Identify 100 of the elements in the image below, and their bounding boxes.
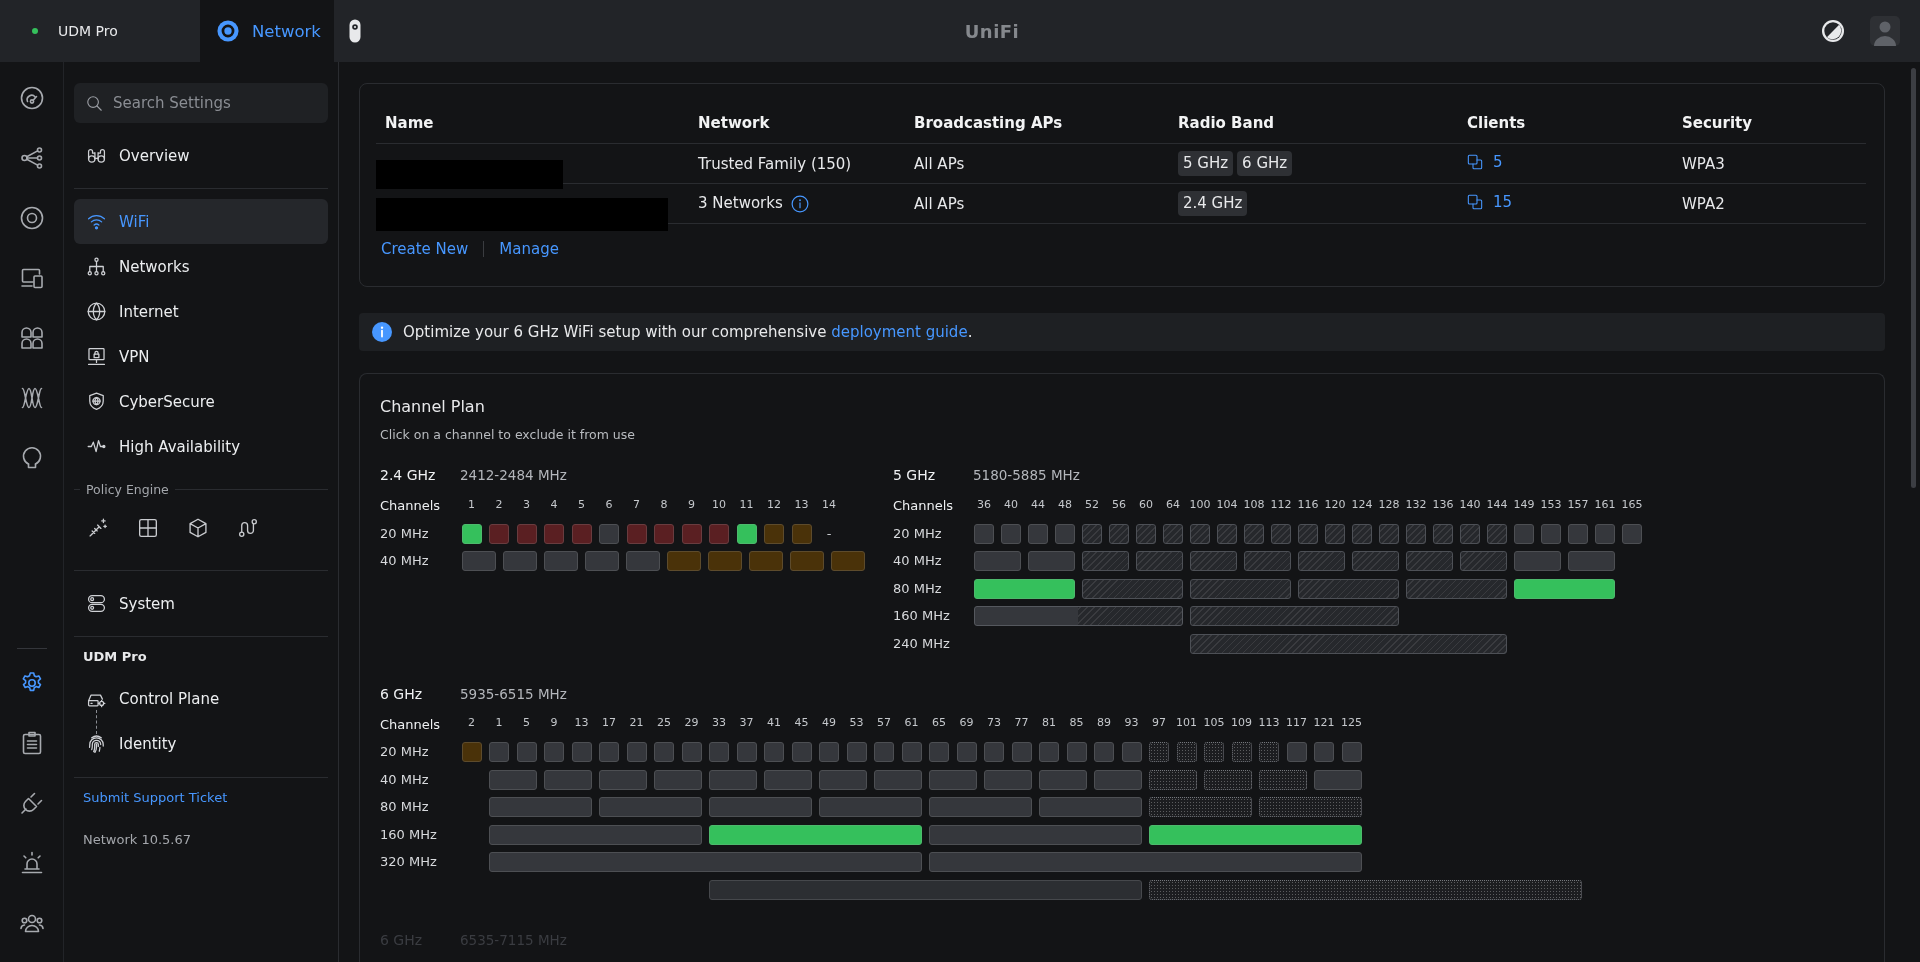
channel-cell[interactable]: [1314, 742, 1334, 762]
channel-cell[interactable]: [544, 742, 564, 762]
channel-cell[interactable]: [1231, 742, 1252, 762]
channel-cell[interactable]: [1190, 633, 1507, 654]
channel-cell[interactable]: [1568, 523, 1588, 544]
channel-cell[interactable]: [1136, 551, 1183, 571]
channel-cell[interactable]: [461, 551, 496, 571]
channel-cell[interactable]: [625, 551, 660, 571]
channel-cell[interactable]: [846, 742, 867, 762]
wave-icon[interactable]: [19, 386, 44, 410]
channel-cell[interactable]: [1541, 523, 1561, 544]
channel-cell[interactable]: [1149, 797, 1252, 817]
channel-cell[interactable]: [874, 769, 922, 790]
channel-cell[interactable]: [819, 797, 922, 817]
channel-cell[interactable]: [654, 742, 674, 762]
channel-cell[interactable]: [1460, 551, 1507, 571]
channel-cell[interactable]: [736, 523, 757, 544]
wand-icon[interactable]: [88, 518, 108, 538]
channel-cell[interactable]: [1314, 769, 1362, 790]
channel-cell[interactable]: [1094, 742, 1114, 762]
info-icon[interactable]: [790, 194, 809, 213]
channel-cell[interactable]: [489, 797, 592, 817]
channel-cell[interactable]: [461, 742, 482, 762]
channel-cell[interactable]: [901, 742, 922, 762]
channel-cell[interactable]: [543, 551, 578, 571]
channel-cell[interactable]: [1066, 742, 1087, 762]
channel-cell[interactable]: [929, 852, 1362, 872]
channel-cell[interactable]: [1028, 551, 1075, 571]
channel-cell[interactable]: [599, 769, 647, 790]
channel-cell[interactable]: [1514, 523, 1534, 544]
channel-cell[interactable]: [654, 769, 702, 790]
channel-cell[interactable]: [626, 742, 647, 762]
channel-cell[interactable]: [1001, 523, 1021, 544]
action-link[interactable]: Manage: [499, 239, 559, 259]
tiles-icon[interactable]: [19, 326, 44, 350]
app-tab[interactable]: Network: [200, 0, 334, 62]
channel-cell[interactable]: [599, 797, 702, 817]
channel-cell[interactable]: [974, 578, 1075, 599]
scrollbar-thumb[interactable]: [1911, 68, 1916, 488]
channel-cell[interactable]: [1109, 523, 1129, 544]
channel-cell[interactable]: [654, 523, 674, 544]
channel-cell[interactable]: [1176, 742, 1197, 762]
channel-cell[interactable]: [1352, 551, 1399, 571]
channel-cell[interactable]: [516, 742, 537, 762]
channel-cell[interactable]: [929, 769, 977, 790]
channel-cell[interactable]: [748, 551, 783, 571]
channel-cell[interactable]: [1298, 551, 1345, 571]
clients-link[interactable]: 5: [1467, 153, 1503, 171]
channel-cell[interactable]: [874, 742, 894, 762]
clients-link[interactable]: 15: [1467, 193, 1513, 211]
channel-cell[interactable]: [544, 523, 564, 544]
channel-cell[interactable]: [1622, 523, 1642, 544]
channel-cell[interactable]: [707, 551, 742, 571]
channel-cell[interactable]: [681, 523, 702, 544]
channel-cell[interactable]: [1406, 551, 1453, 571]
channel-cell[interactable]: [984, 742, 1004, 762]
channel-cell[interactable]: [791, 523, 812, 544]
channel-cell[interactable]: [1039, 742, 1059, 762]
channel-cell[interactable]: [1595, 523, 1615, 544]
channel-cell[interactable]: [764, 742, 784, 762]
grid-icon[interactable]: [138, 518, 158, 538]
channel-cell[interactable]: [1271, 523, 1291, 544]
channel-cell[interactable]: [1039, 797, 1142, 817]
channel-cell[interactable]: [1039, 769, 1087, 790]
channel-cell[interactable]: [584, 551, 619, 571]
channel-cell[interactable]: [599, 523, 619, 544]
channel-cell[interactable]: [681, 742, 702, 762]
channel-cell[interactable]: [1190, 523, 1210, 544]
channel-cell[interactable]: [489, 824, 702, 845]
channel-cell[interactable]: [819, 742, 839, 762]
channel-cell[interactable]: [1406, 578, 1507, 599]
topology-icon[interactable]: [19, 146, 44, 170]
channel-cell[interactable]: [1460, 523, 1480, 544]
channel-cell[interactable]: [1379, 523, 1399, 544]
channel-cell[interactable]: [709, 824, 922, 845]
channel-cell[interactable]: [1244, 551, 1291, 571]
channel-cell[interactable]: [974, 523, 994, 544]
channel-cell[interactable]: [709, 879, 1142, 900]
channel-cell[interactable]: [830, 551, 865, 571]
target-icon[interactable]: [19, 206, 44, 230]
sidebar-item[interactable]: Identity: [74, 721, 328, 767]
channel-cell[interactable]: [1149, 879, 1582, 900]
channel-cell[interactable]: [929, 797, 1032, 817]
channel-cell[interactable]: [461, 523, 482, 544]
channel-cell[interactable]: [709, 769, 757, 790]
channel-cell[interactable]: [1028, 523, 1048, 544]
route-icon[interactable]: [238, 518, 258, 538]
channel-cell[interactable]: [791, 742, 812, 762]
channel-cell[interactable]: [1204, 769, 1252, 790]
channel-cell[interactable]: [502, 551, 537, 571]
channel-cell[interactable]: [1163, 523, 1183, 544]
channel-cell[interactable]: [929, 742, 949, 762]
channel-cell[interactable]: [974, 551, 1021, 571]
avatar-icon[interactable]: [1870, 16, 1900, 46]
channel-cell[interactable]: [1259, 742, 1279, 762]
channel-cell[interactable]: [666, 551, 701, 571]
channel-cell[interactable]: [1341, 742, 1362, 762]
channel-cell[interactable]: [1406, 523, 1426, 544]
sidebar-item[interactable]: CyberSecure: [74, 379, 328, 424]
channel-cell[interactable]: [1487, 523, 1507, 544]
